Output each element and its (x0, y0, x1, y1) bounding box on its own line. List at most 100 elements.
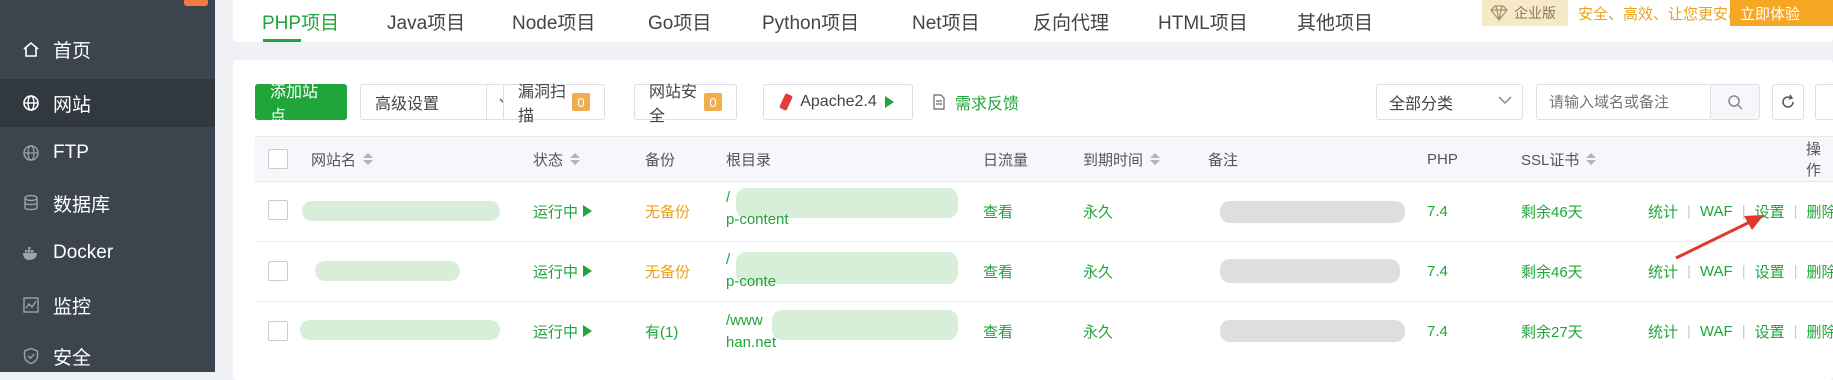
column-header-ssl[interactable]: SSL证书 (1521, 136, 1597, 182)
sidebar-item-label: 安全 (53, 347, 92, 369)
root-path-line2[interactable]: p-content (726, 209, 789, 229)
sidebar-item-monitor[interactable]: 监控 (0, 281, 215, 329)
root-path-line1[interactable]: / (726, 249, 730, 269)
ssl-remaining[interactable]: 剩余27天 (1521, 319, 1583, 343)
sidebar-item-label: 首页 (53, 40, 92, 62)
search-input[interactable] (1537, 85, 1707, 119)
traffic-view-link[interactable]: 查看 (983, 319, 1013, 343)
status-running[interactable]: 运行中 (533, 259, 593, 283)
settings-link[interactable]: 设置 (1755, 261, 1785, 282)
tab-php[interactable]: PHP项目 (262, 0, 339, 42)
document-edit-icon (933, 94, 945, 110)
search-icon (1728, 95, 1743, 110)
sidebar-item-home[interactable]: 首页 (0, 25, 215, 73)
sidebar-item-ftp[interactable]: FTP (0, 129, 215, 177)
vuln-scan-label: 漏洞扫描 (518, 84, 567, 125)
status-running[interactable]: 运行中 (533, 199, 593, 223)
settings-link[interactable]: 设置 (1755, 201, 1785, 222)
sort-icon (570, 153, 581, 165)
root-path-line2[interactable]: han.net (726, 332, 776, 352)
column-header-root: 根目录 (726, 151, 772, 169)
root-path-redacted (772, 310, 958, 340)
backup-status[interactable]: 无备份 (645, 259, 690, 283)
tab-html[interactable]: HTML项目 (1158, 0, 1248, 42)
php-version[interactable]: 7.4 (1427, 259, 1448, 283)
column-header-status[interactable]: 状态 (533, 136, 581, 182)
tab-python[interactable]: Python项目 (762, 0, 859, 42)
expire-value[interactable]: 永久 (1083, 319, 1113, 343)
sidebar-item-label: 数据库 (53, 194, 111, 216)
root-path-line1[interactable]: /www (726, 310, 763, 330)
sidebar-item-website[interactable]: 网站 (0, 79, 215, 127)
select-all-checkbox[interactable] (268, 149, 288, 169)
add-site-label: 添加站点 (270, 84, 319, 125)
tab-go[interactable]: Go项目 (648, 0, 711, 42)
tab-java[interactable]: Java项目 (387, 0, 465, 42)
tab-node[interactable]: Node项目 (512, 0, 595, 42)
expire-value[interactable]: 永久 (1083, 259, 1113, 283)
site-name-redacted[interactable] (300, 320, 500, 340)
row-actions: 统计 | WAF | 设置 | 删除 (1648, 319, 1833, 343)
php-version[interactable]: 7.4 (1427, 319, 1448, 343)
sidebar-item-database[interactable]: 数据库 (0, 179, 215, 227)
remark-redacted[interactable] (1220, 201, 1405, 223)
column-header-name[interactable]: 网站名 (311, 136, 374, 182)
stats-link[interactable]: 统计 (1648, 321, 1678, 342)
backup-status[interactable]: 有(1) (645, 319, 678, 343)
site-name-redacted[interactable] (302, 201, 500, 221)
ssl-remaining[interactable]: 剩余46天 (1521, 199, 1583, 223)
remark-redacted[interactable] (1220, 320, 1405, 342)
column-header-expire[interactable]: 到期时间 (1083, 136, 1161, 182)
row-checkbox[interactable] (268, 261, 288, 281)
stats-link[interactable]: 统计 (1648, 201, 1678, 222)
column-settings-button[interactable] (1815, 84, 1833, 120)
root-path-line2[interactable]: p-content/uploads (726, 271, 776, 291)
status-label: 运行中 (533, 323, 579, 341)
tab-other[interactable]: 其他项目 (1297, 0, 1373, 42)
traffic-view-link[interactable]: 查看 (983, 199, 1013, 223)
globe-icon (22, 94, 40, 112)
site-name-redacted[interactable] (315, 261, 460, 281)
stats-link[interactable]: 统计 (1648, 261, 1678, 282)
apache-service-button[interactable]: Apache2.4 (763, 84, 913, 120)
delete-link[interactable]: 删除 (1807, 201, 1833, 222)
traffic-view-link[interactable]: 查看 (983, 259, 1013, 283)
php-version[interactable]: 7.4 (1427, 199, 1448, 223)
waf-link[interactable]: WAF (1700, 323, 1733, 340)
remark-redacted[interactable] (1220, 259, 1400, 283)
tab-reverse-proxy[interactable]: 反向代理 (1033, 0, 1109, 42)
sidebar-item-docker[interactable]: Docker (0, 229, 215, 277)
row-checkbox[interactable] (268, 200, 288, 220)
advanced-settings-button[interactable]: 高级设置 (360, 84, 487, 120)
vuln-scan-button[interactable]: 漏洞扫描 0 (503, 84, 605, 125)
sidebar-item-label: 监控 (53, 296, 92, 318)
add-site-button[interactable]: 添加站点 (255, 84, 347, 125)
sidebar-item-security[interactable]: 安全 (0, 332, 215, 380)
expire-value[interactable]: 永久 (1083, 199, 1113, 223)
category-selected-value: 全部分类 (1389, 96, 1454, 113)
refresh-button[interactable] (1772, 84, 1804, 120)
feedback-link[interactable]: 需求反馈 (931, 84, 1019, 120)
ssl-remaining[interactable]: 剩余46天 (1521, 259, 1583, 283)
delete-link[interactable]: 删除 (1807, 321, 1833, 342)
category-select[interactable]: 全部分类 (1376, 84, 1523, 120)
search-button[interactable] (1711, 84, 1760, 120)
site-security-button[interactable]: 网站安全 0 (634, 84, 737, 125)
root-path-line1[interactable]: / (726, 187, 730, 207)
backup-status[interactable]: 无备份 (645, 199, 690, 223)
monitor-icon (22, 296, 40, 314)
tab-net[interactable]: Net项目 (912, 0, 980, 42)
try-now-button[interactable]: 立即体验 (1730, 0, 1833, 26)
sidebar: 首页 网站 FTP 数据库 Docker 监控 安全 (0, 0, 215, 372)
shield-icon (22, 347, 40, 365)
status-label: 运行中 (533, 203, 579, 221)
row-checkbox[interactable] (268, 321, 288, 341)
row-divider (255, 241, 1833, 242)
settings-link[interactable]: 设置 (1755, 321, 1785, 342)
status-running[interactable]: 运行中 (533, 319, 593, 343)
waf-link[interactable]: WAF (1700, 263, 1733, 280)
column-header-label: 网站名 (311, 151, 357, 169)
waf-link[interactable]: WAF (1700, 203, 1733, 220)
delete-link[interactable]: 删除 (1807, 261, 1833, 282)
notification-badge[interactable] (184, 0, 208, 6)
